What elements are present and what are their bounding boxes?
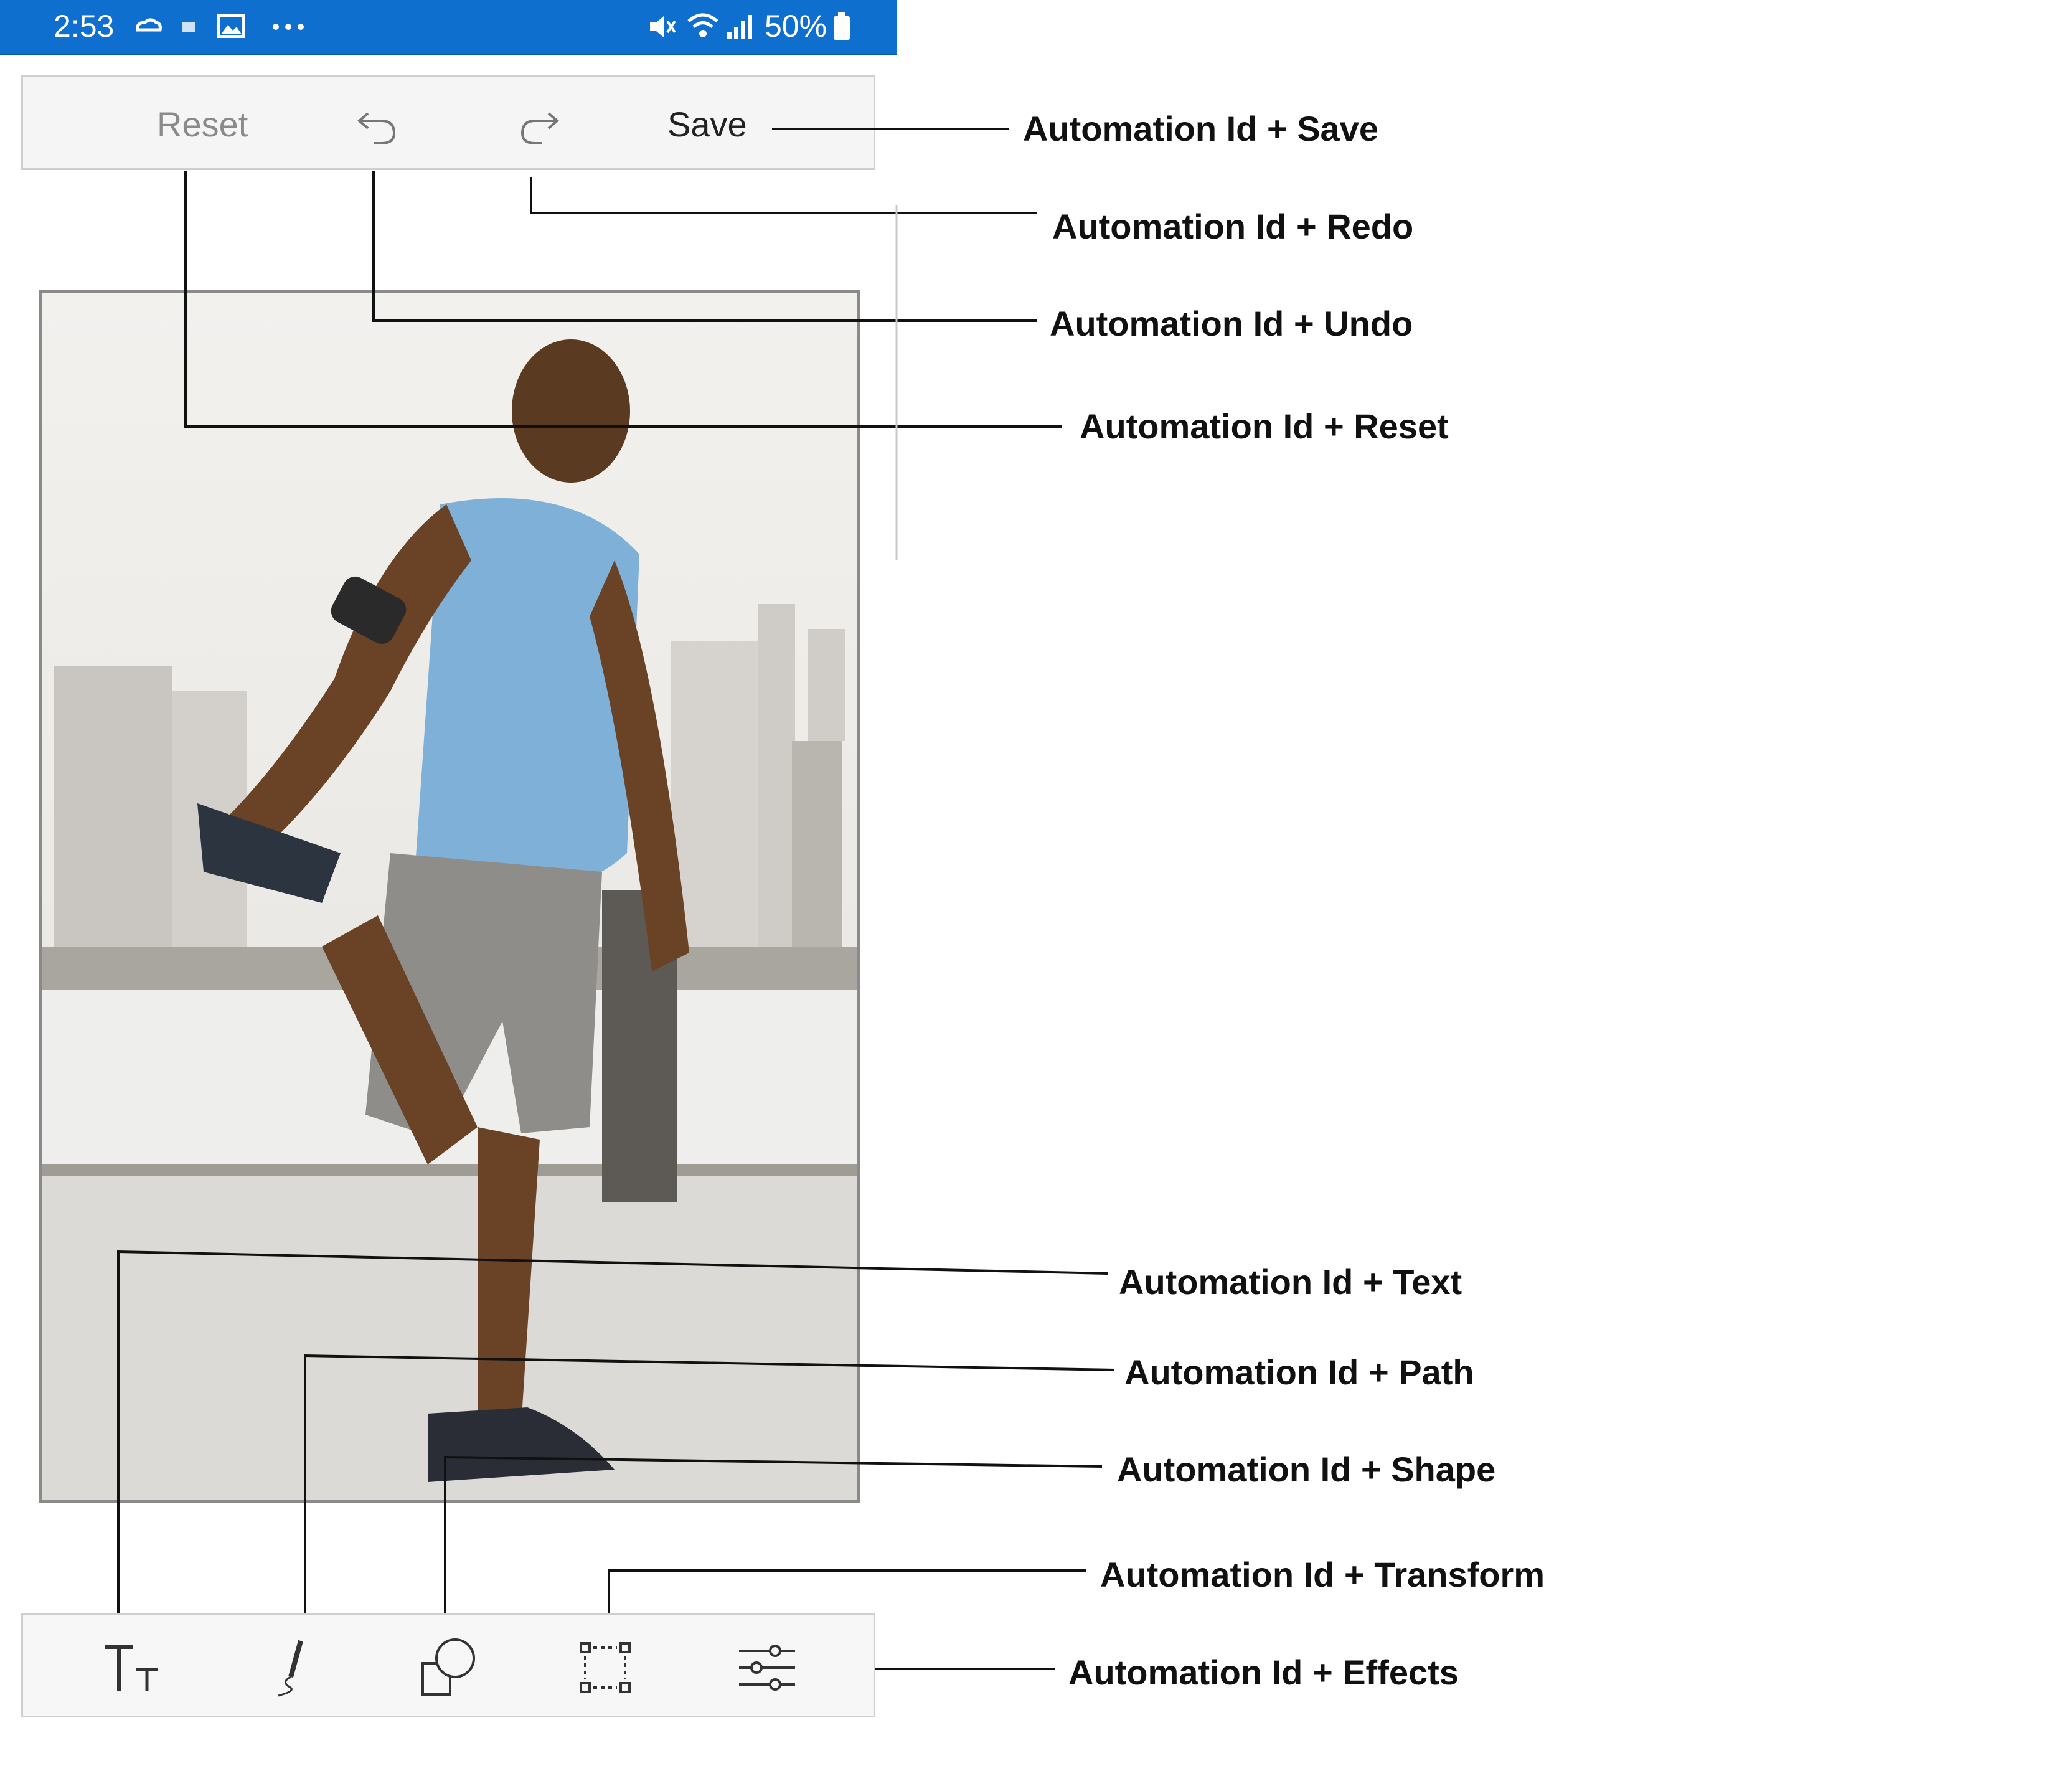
annotation-lines	[117, 128, 1115, 1670]
annotation-transform: Automation Id + Transform	[1100, 1555, 1545, 1594]
annotation-redo: Automation Id + Redo	[1052, 207, 1414, 246]
annotation-undo: Automation Id + Undo	[1050, 304, 1413, 343]
annotation-path: Automation Id + Path	[1124, 1353, 1474, 1392]
annotation-shape: Automation Id + Shape	[1117, 1450, 1496, 1489]
annotation-reset: Automation Id + Reset	[1080, 407, 1449, 446]
annotation-save: Automation Id + Save	[1023, 109, 1378, 148]
annotation-text: Automation Id + Text	[1119, 1262, 1462, 1301]
annotation-effects: Automation Id + Effects	[1068, 1653, 1459, 1692]
